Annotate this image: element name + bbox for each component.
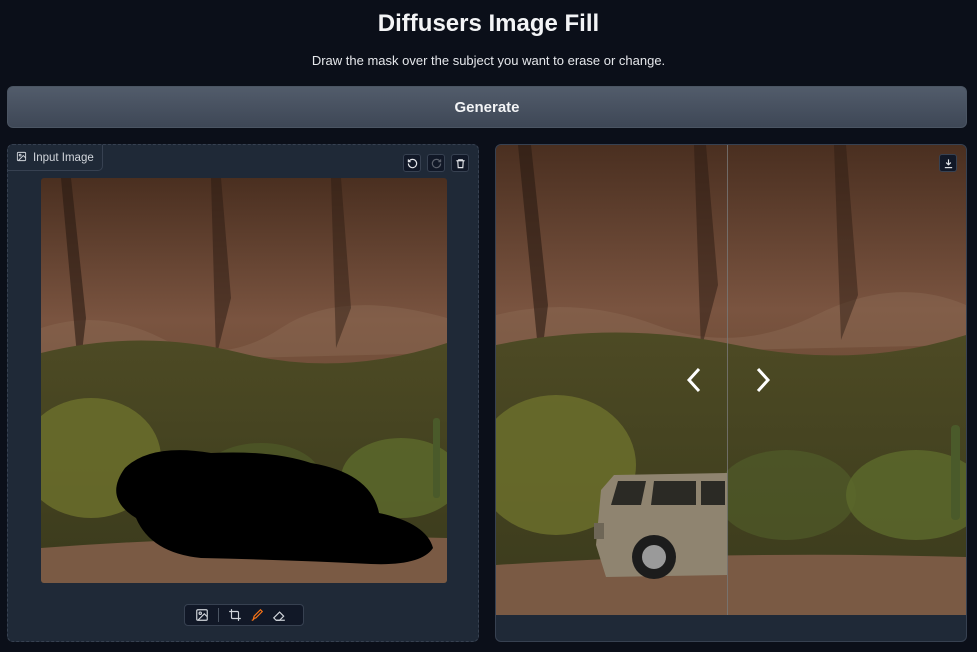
- image-icon: [16, 151, 27, 165]
- page-title: Diffusers Image Fill: [377, 10, 600, 37]
- download-icon[interactable]: [939, 154, 957, 172]
- image-icon[interactable]: [191, 605, 213, 625]
- page-subtitle: Draw the mask over the subject you want …: [311, 53, 666, 68]
- chevron-left-icon[interactable]: [683, 365, 707, 395]
- desert-cliff-image: [41, 178, 447, 583]
- trash-icon[interactable]: [451, 154, 469, 172]
- input-image-label: Input Image: [8, 145, 103, 171]
- mask-drawing-canvas[interactable]: [41, 178, 447, 583]
- undo-icon[interactable]: [403, 154, 421, 172]
- input-image-label-text: Input Image: [33, 151, 94, 164]
- eraser-icon[interactable]: [268, 605, 290, 625]
- crop-icon[interactable]: [224, 605, 246, 625]
- input-image-panel: Input Image: [7, 144, 479, 642]
- toolbar-divider: [218, 608, 219, 622]
- compare-divider[interactable]: [727, 145, 728, 615]
- brush-icon[interactable]: [246, 605, 268, 625]
- chevron-right-icon[interactable]: [750, 365, 774, 395]
- redo-icon[interactable]: [427, 154, 445, 172]
- generate-button[interactable]: Generate: [7, 86, 967, 128]
- drawing-toolbar: [184, 604, 304, 626]
- image-compare-slider[interactable]: [496, 145, 966, 615]
- output-image-panel: [495, 144, 967, 642]
- result-desert-image: [496, 145, 966, 615]
